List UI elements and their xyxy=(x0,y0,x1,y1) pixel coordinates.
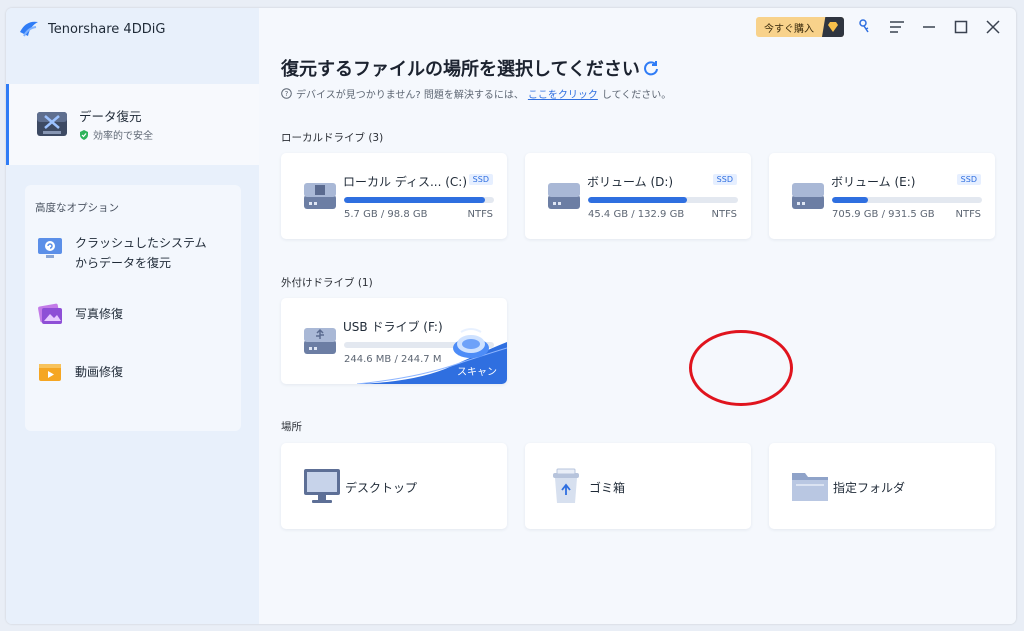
desktop-monitor-icon xyxy=(304,469,340,503)
sidebar-item-data-recovery[interactable]: データ復元 効率的で安全 xyxy=(6,84,259,165)
location-label: ゴミ箱 xyxy=(589,481,626,495)
hard-drive-icon xyxy=(792,183,824,209)
sidebar-item-subtitle: 効率的で安全 xyxy=(79,127,153,142)
minimize-icon[interactable] xyxy=(918,16,940,38)
diamond-icon xyxy=(822,17,844,37)
main-panel: 今すぐ購入 復元するファイルの場所を選択してください ? デバイスが見つかりませ… xyxy=(259,8,1016,624)
app-window: Tenorshare 4DDiG データ復元 効率的で安全 高度なオプション ク… xyxy=(6,8,1016,624)
usage-bar xyxy=(832,197,982,203)
logo-icon xyxy=(20,21,38,37)
app-title: Tenorshare 4DDiG xyxy=(48,21,166,37)
highlight-circle xyxy=(689,330,793,406)
advanced-options-header: 高度なオプション xyxy=(35,202,119,214)
usage-bar xyxy=(344,197,494,203)
hard-drive-icon xyxy=(548,183,580,209)
advanced-options-panel: 高度なオプション クラッシュしたシステム からデータを復元 写真修復 動画修復 xyxy=(25,185,241,431)
app-logo: Tenorshare 4DDiG xyxy=(18,18,165,40)
help-text: ? デバイスが見つかりません? 問題を解決するには、 ここをクリック してくださ… xyxy=(281,86,671,101)
maximize-icon[interactable] xyxy=(950,16,972,38)
subtitle-text: 効率的で安全 xyxy=(93,131,153,142)
drive-name: ローカル ディス... (C:) xyxy=(343,175,468,189)
location-recycle-bin[interactable]: ゴミ箱 xyxy=(525,443,751,529)
drive-card-e[interactable]: ボリューム (E:) SSD 705.9 GB / 931.5 GB NTFS xyxy=(769,153,995,239)
drive-card-d[interactable]: ボリューム (D:) SSD 45.4 GB / 132.9 GB NTFS xyxy=(525,153,751,239)
recycle-bin-icon xyxy=(553,468,579,503)
drive-usage: 45.4 GB / 132.9 GB xyxy=(588,209,685,220)
location-label: 指定フォルダ xyxy=(833,481,906,495)
drive-card-c[interactable]: ローカル ディス... (C:) SSD 5.7 GB / 98.8 GB NT… xyxy=(281,153,507,239)
sidebar-item-title: データ復元 xyxy=(79,109,142,124)
video-repair-label: 動画修復 xyxy=(75,365,124,379)
drive-usage: 705.9 GB / 931.5 GB xyxy=(832,209,935,220)
drive-name: ボリューム (D:) xyxy=(587,175,674,189)
drive-name: USB ドライブ (F:) xyxy=(343,320,443,334)
page-title: 復元するファイルの場所を選択してください xyxy=(281,59,640,80)
usb-drive-icon xyxy=(304,328,336,354)
toolbox-icon xyxy=(37,112,67,136)
sidebar-item-video-repair[interactable]: 動画修復 xyxy=(35,357,123,387)
close-icon[interactable] xyxy=(982,16,1004,38)
ssd-badge: SSD xyxy=(468,174,493,185)
external-drives-header: 外付けドライブ (1) xyxy=(281,277,373,289)
help-prefix: デバイスが見つかりません? 問題を解決するには、 xyxy=(296,90,524,101)
drive-filesystem: NTFS xyxy=(467,209,493,220)
sidebar-item-crashed-system[interactable]: クラッシュしたシステム からデータを復元 xyxy=(35,233,207,273)
question-circle-icon: ? xyxy=(281,88,292,99)
hard-drive-icon xyxy=(304,183,336,209)
menu-icon[interactable] xyxy=(886,16,908,38)
ssd-badge: SSD xyxy=(712,174,737,185)
usage-bar-fill xyxy=(344,197,485,203)
locations-header: 場所 xyxy=(281,421,302,433)
folder-icon xyxy=(792,473,828,501)
refresh-icon[interactable] xyxy=(643,60,659,76)
crashed-system-label-line1: クラッシュしたシステム xyxy=(75,236,207,250)
photo-repair-label: 写真修復 xyxy=(75,307,124,321)
crashed-system-label-line2: からデータを復元 xyxy=(75,256,172,270)
help-suffix: してください。 xyxy=(601,90,672,101)
location-desktop[interactable]: デスクトップ xyxy=(281,443,507,529)
drive-filesystem: NTFS xyxy=(711,209,737,220)
drive-name: ボリューム (E:) xyxy=(831,175,916,189)
drive-usage: 5.7 GB / 98.8 GB xyxy=(344,209,428,220)
help-link[interactable]: ここをクリック xyxy=(528,86,598,101)
location-label: デスクトップ xyxy=(345,481,418,495)
computer-restore-icon xyxy=(38,238,62,258)
local-drives-header: ローカルドライブ (3) xyxy=(281,132,384,144)
buy-now-button[interactable]: 今すぐ購入 xyxy=(756,17,844,37)
buy-now-label: 今すぐ購入 xyxy=(764,23,814,35)
scan-button[interactable]: スキャン xyxy=(457,363,497,378)
ssd-badge: SSD xyxy=(956,174,981,185)
sidebar-item-photo-repair[interactable]: 写真修復 xyxy=(35,299,123,329)
title-bar-controls: 今すぐ購入 xyxy=(756,16,1004,38)
key-icon[interactable] xyxy=(854,16,876,38)
drive-card-usb[interactable]: USB ドライブ (F:) 244.6 MB / 244.7 M スキャン xyxy=(281,298,507,384)
photo-repair-icon xyxy=(38,303,62,324)
usage-bar xyxy=(588,197,738,203)
location-select-folder[interactable]: 指定フォルダ xyxy=(769,443,995,529)
shield-check-icon xyxy=(80,129,88,140)
scan-magnifier-icon xyxy=(453,328,489,358)
usage-bar-fill xyxy=(588,197,687,203)
video-repair-icon xyxy=(39,364,61,381)
sidebar: Tenorshare 4DDiG データ復元 効率的で安全 高度なオプション ク… xyxy=(6,8,259,624)
usage-bar-fill xyxy=(832,197,868,203)
svg-text:?: ? xyxy=(285,90,289,98)
drive-filesystem: NTFS xyxy=(955,209,981,220)
